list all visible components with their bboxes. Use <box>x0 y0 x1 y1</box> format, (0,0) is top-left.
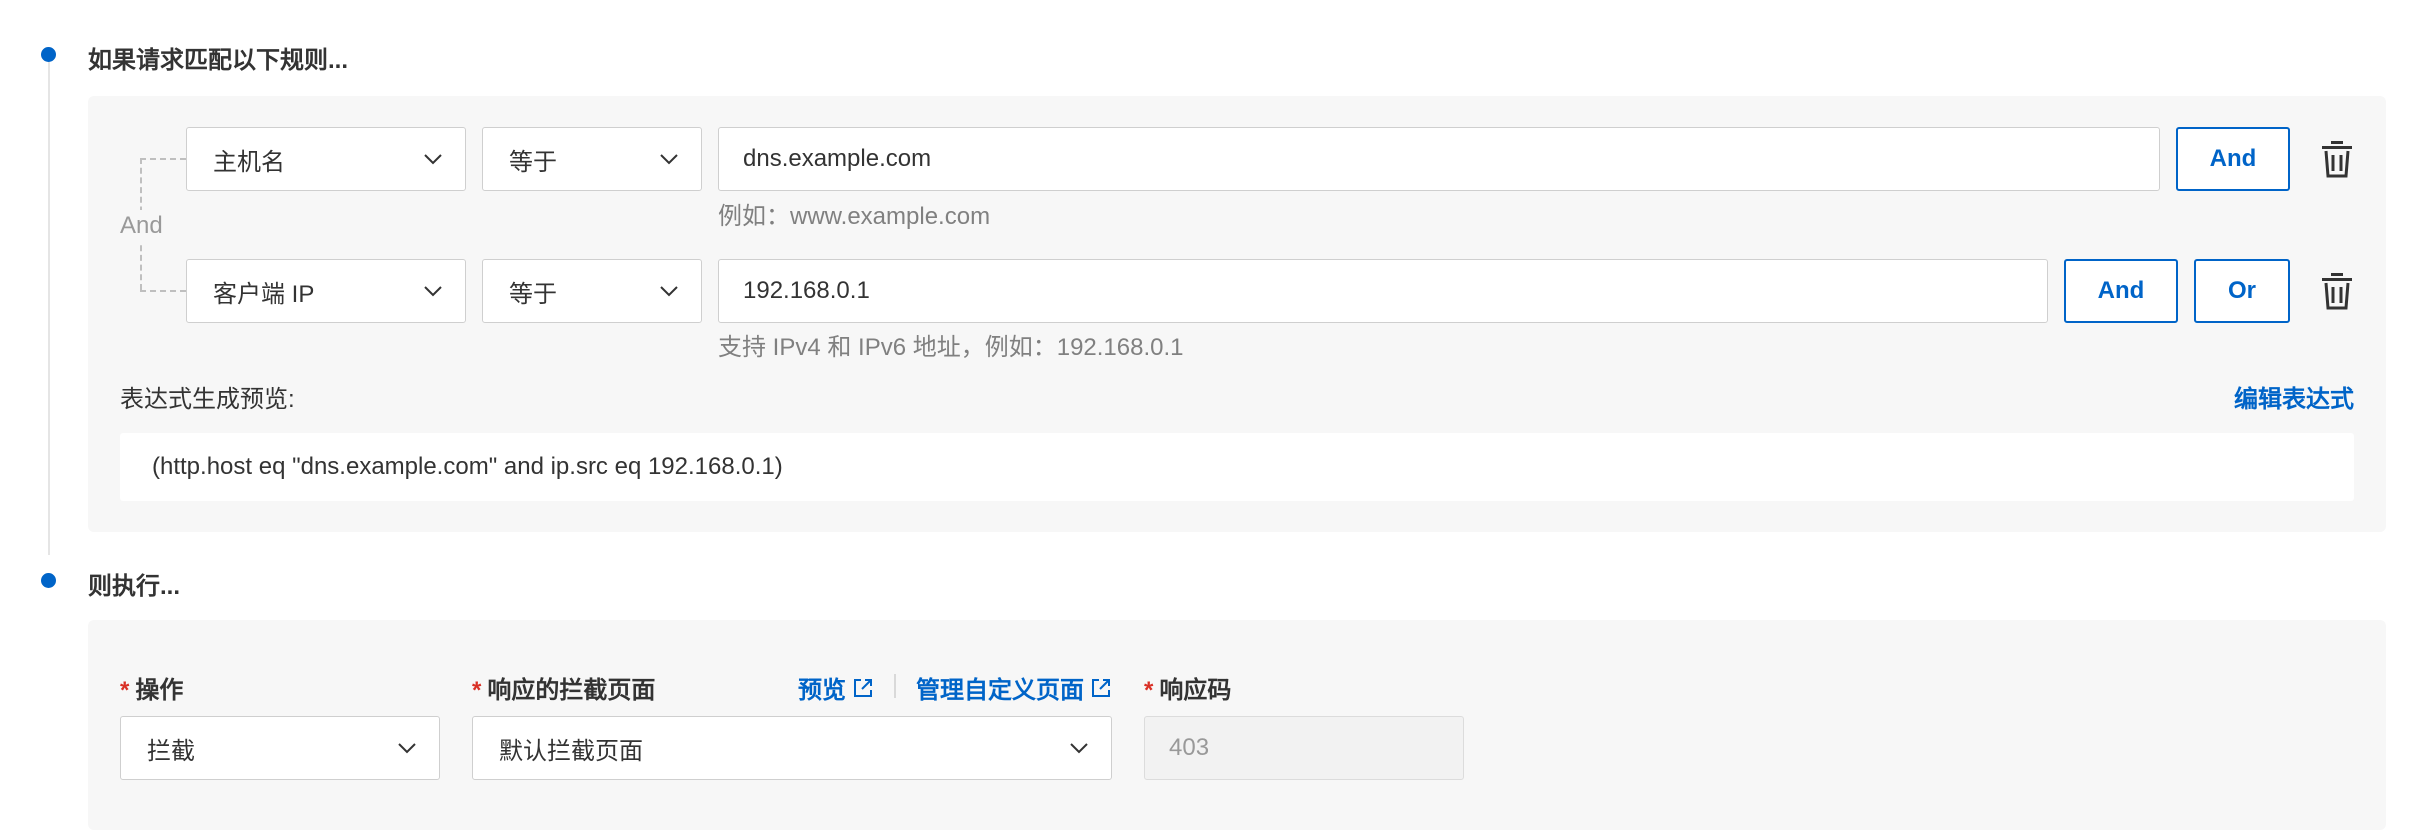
connector-branch-bottom <box>140 290 186 292</box>
manage-custom-pages-link-text: 管理自定义页面 <box>916 677 1084 704</box>
field-select-value: 客户端 IP <box>213 280 315 308</box>
required-mark: * <box>1144 677 1154 704</box>
field-select-value: 主机名 <box>213 148 285 176</box>
chevron-down-icon <box>660 154 678 165</box>
operator-select-value: 等于 <box>509 148 557 176</box>
chevron-down-icon <box>1070 743 1088 754</box>
chevron-down-icon <box>398 743 416 754</box>
value-input-row-2[interactable]: 192.168.0.1 <box>718 259 2048 323</box>
action-section-title: 则执行... <box>88 573 181 600</box>
expression-text: (http.host eq "dns.example.com" and ip.s… <box>152 453 783 480</box>
operator-select-value: 等于 <box>509 280 557 308</box>
operator-select-row-1[interactable]: 等于 <box>482 127 702 191</box>
operation-label: * 操作 <box>120 670 183 705</box>
edit-expression-link[interactable]: 编辑表达式 <box>2234 379 2354 414</box>
connector-branch-top <box>140 158 186 160</box>
timeline-line <box>48 60 50 555</box>
required-mark: * <box>120 677 130 704</box>
timeline-dot-conditions <box>41 47 56 62</box>
value-input-text: 192.168.0.1 <box>743 277 870 304</box>
conditions-section-title: 如果请求匹配以下规则... <box>88 47 349 74</box>
and-button-row-1[interactable]: And <box>2176 127 2290 191</box>
chevron-down-icon <box>424 154 442 165</box>
external-link-icon <box>1092 678 1110 697</box>
response-code-label-text: 响应码 <box>1159 677 1232 704</box>
chevron-down-icon <box>660 286 678 297</box>
response-code-label: * 响应码 <box>1144 670 1231 705</box>
timeline-dot-action <box>41 573 56 588</box>
block-page-select-value: 默认拦截页面 <box>499 737 643 765</box>
value-input-text: dns.example.com <box>743 145 932 172</box>
value-hint-row-2: 支持 IPv4 和 IPv6 地址，例如：192.168.0.1 <box>718 334 1184 361</box>
value-input-row-1[interactable]: dns.example.com <box>718 127 2160 191</box>
block-page-select[interactable]: 默认拦截页面 <box>472 716 1112 780</box>
preview-link[interactable]: 预览 <box>798 670 874 705</box>
required-mark: * <box>472 677 482 704</box>
expression-preview-label: 表达式生成预览: <box>120 386 295 413</box>
response-code-placeholder: 403 <box>1169 734 1210 761</box>
external-link-icon <box>854 678 872 697</box>
and-connector-label: And <box>120 210 163 242</box>
or-button-row-2[interactable]: Or <box>2194 259 2290 323</box>
block-page-label: * 响应的拦截页面 <box>472 670 655 705</box>
trash-icon[interactable] <box>2320 140 2354 178</box>
operation-select[interactable]: 拦截 <box>120 716 440 780</box>
expression-preview-box: (http.host eq "dns.example.com" and ip.s… <box>120 433 2354 501</box>
link-divider <box>894 674 896 698</box>
manage-custom-pages-link[interactable]: 管理自定义页面 <box>916 670 1112 705</box>
chevron-down-icon <box>424 286 442 297</box>
block-page-label-text: 响应的拦截页面 <box>487 677 656 704</box>
field-select-row-1[interactable]: 主机名 <box>186 127 466 191</box>
response-code-input[interactable]: 403 <box>1144 716 1464 780</box>
operation-label-text: 操作 <box>135 677 184 704</box>
operation-select-value: 拦截 <box>147 737 195 765</box>
and-button-row-2[interactable]: And <box>2064 259 2178 323</box>
field-select-row-2[interactable]: 客户端 IP <box>186 259 466 323</box>
preview-link-text: 预览 <box>798 677 846 704</box>
value-hint-row-1: 例如：www.example.com <box>718 203 991 230</box>
operator-select-row-2[interactable]: 等于 <box>482 259 702 323</box>
trash-icon[interactable] <box>2320 272 2354 310</box>
